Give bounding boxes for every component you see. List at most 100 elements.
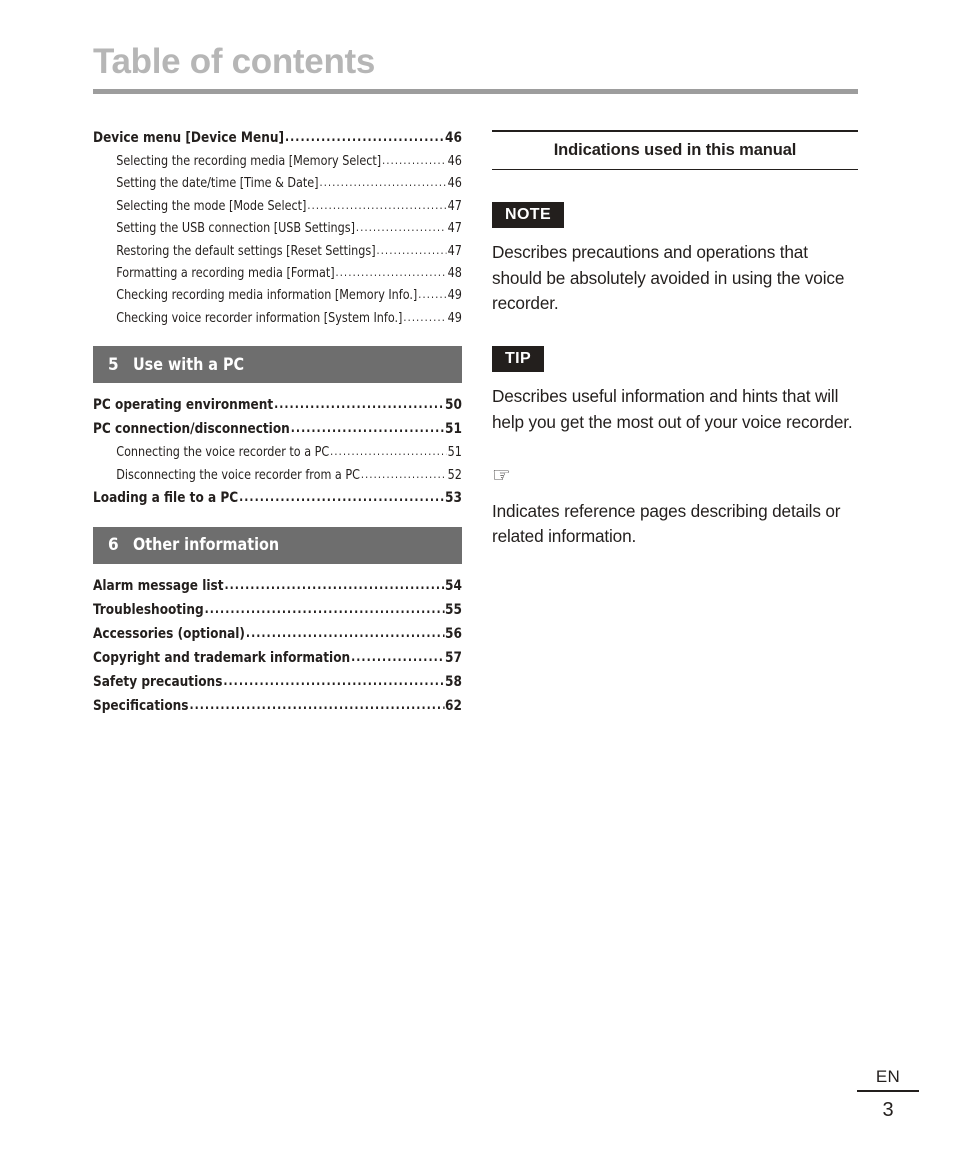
page-title: Table of contents [93,42,376,81]
toc-entry-page: 50 [445,397,462,414]
toc-left-column: Device menu [Device Menu]...............… [93,130,462,722]
toc-entry-label: Checking voice recorder information [Sys… [116,310,403,326]
toc-entry-label: Restoring the default settings [Reset Se… [116,243,376,259]
toc-entry-page: 46 [445,130,462,146]
toc-entry-main[interactable]: PC operating environment................… [93,397,462,421]
toc-entry-main[interactable]: PC connection/disconnection.............… [93,421,462,445]
dot-leader: ........................................… [376,244,447,257]
toc-entry-page: 47 [447,198,462,214]
toc-entry-label: Connecting the voice recorder to a PC [116,445,330,461]
indication-block-list: NOTE Describes precautions and operations… [492,202,858,549]
toc-entry-sub[interactable]: Checking voice recorder information [Sys… [93,311,462,333]
toc-entry-sub[interactable]: Selecting the mode [Mode Select]........… [93,199,462,221]
toc-entry-main[interactable]: Loading a file to a PC..................… [93,490,462,514]
toc-entry-label: Troubleshooting [93,601,204,618]
page-number: 3 [882,1099,894,1121]
dot-leader: ........................................… [223,674,445,688]
dot-leader: ........................................… [224,578,445,592]
toc-entry-page: 62 [445,697,462,714]
toc-entry-sub[interactable]: Connecting the voice recorder to a PC...… [93,445,462,467]
pointing-hand-icon: ☞ [492,464,511,488]
dot-leader: ........................................… [360,468,447,481]
toc-entry-main[interactable]: Device menu [Device Menu]...............… [93,130,462,154]
indication-description: Indicates reference pages describing det… [492,501,841,547]
toc-entry-main[interactable]: Safety precautions......................… [93,674,462,698]
toc-entry-page: 48 [447,265,462,281]
chapter-bar[interactable]: 6 Other information [93,526,462,564]
toc-entry-label: Alarm message list [93,577,224,594]
toc-entry-page: 53 [445,489,462,506]
toc-entry-label: Formatting a recording media [Format] [116,265,335,281]
toc-entry-sub[interactable]: Disconnecting the voice recorder from a … [93,468,462,490]
toc-entry-label: Copyright and trademark information [93,649,351,666]
toc-entry-sub[interactable]: Restoring the default settings [Reset Se… [93,244,462,266]
toc-entry-label: Disconnecting the voice recorder from a … [116,467,360,483]
title-divider [93,89,858,94]
toc-entry-label: Setting the USB connection [USB Settings… [116,221,355,237]
dot-leader: ........................................… [290,422,444,436]
section-heading: Indications used in this manual [553,140,797,159]
section-rule-bottom [492,168,858,171]
dot-leader: ........................................… [204,602,445,616]
dot-leader: ........................................… [307,199,446,212]
toc-entry-label: Safety precautions [93,673,223,690]
toc-entry-sub[interactable]: Formatting a recording media [Format]...… [93,266,462,288]
toc-entry-label: Specifications [93,697,189,714]
toc-entry-label: Selecting the recording media [Memory Se… [116,154,382,169]
toc-entry-page: 55 [445,601,462,618]
toc-entry-sub[interactable]: Checking recording media information [Me… [93,288,462,310]
toc-entry-label: Setting the date/time [Time & Date] [116,176,319,192]
dot-leader: ........................................… [189,698,445,712]
dot-leader: ........................................… [330,446,447,458]
toc-entry-page: 54 [445,577,462,594]
toc-entry-page: 51 [447,445,462,461]
toc-entry-main[interactable]: Accessories (optional)..................… [93,626,462,650]
toc-entry-page: 47 [447,221,462,237]
dot-leader: ........................................… [285,131,445,144]
toc-entry-label: PC operating environment [93,397,274,414]
badge-wrapper: NOTE [492,202,858,229]
toc-entry-main[interactable]: Copyright and trademark information.....… [93,650,462,674]
chapter-bar[interactable]: 5 Use with a PC [93,346,462,384]
indication-description: Describes precautions and operations tha… [492,242,845,313]
toc-entry-page: 52 [447,467,462,483]
dot-leader: ........................................… [382,155,447,167]
toc-entry-page: 51 [445,421,462,438]
chapter-number: 5 [108,354,119,375]
toc-entry-sub[interactable]: Setting the USB connection [USB Settings… [93,221,462,243]
dot-leader: ........................................… [319,177,446,189]
toc-entry-main[interactable]: Alarm message list......................… [93,578,462,602]
chapter-title: Use with a PC [133,354,245,375]
toc-entry-sub[interactable]: Selecting the recording media [Memory Se… [93,154,462,176]
toc-entry-page: 46 [447,154,462,169]
toc-entry-page: 49 [447,310,462,326]
toc-entry-sub[interactable]: Setting the date/time [Time & Date].....… [93,176,462,198]
badge-wrapper: TIP [492,346,858,373]
dot-leader: ........................................… [403,311,446,324]
toc-entry-page: 47 [447,243,462,259]
toc-entry-main[interactable]: Specifications..........................… [93,698,462,722]
callout-badge: NOTE [492,202,565,229]
toc-entry-label: Device menu [Device Menu] [93,130,285,146]
indication-block: TIP Describes useful information and hint… [492,346,858,435]
toc-entry-label: Checking recording media information [Me… [116,288,418,304]
chapter-number: 6 [108,535,119,556]
indications-right-column: Indications used in this manual NOTE Desc… [492,130,858,550]
toc-entry-page: 56 [445,625,462,642]
toc-entry-label: Selecting the mode [Mode Select] [116,198,307,214]
toc-entry-label: PC connection/disconnection [93,421,290,438]
dot-leader: ........................................… [335,266,447,279]
toc-entry-page: 49 [447,288,462,304]
callout-badge: TIP [492,346,545,373]
dot-leader: ........................................… [355,222,447,234]
language-code: EN [875,1066,901,1086]
chapter-title: Other information [133,535,280,556]
toc-entry-label: Loading a file to a PC [93,489,239,506]
toc-entry-main[interactable]: Troubleshooting.........................… [93,602,462,626]
toc-entry-label: Accessories (optional) [93,625,245,642]
dot-leader: ........................................… [239,490,445,504]
indication-description: Describes useful information and hints t… [492,386,853,432]
toc-entry-page: 58 [445,673,462,690]
dot-leader: ........................................… [245,626,444,640]
toc-entry-page: 57 [445,649,462,666]
